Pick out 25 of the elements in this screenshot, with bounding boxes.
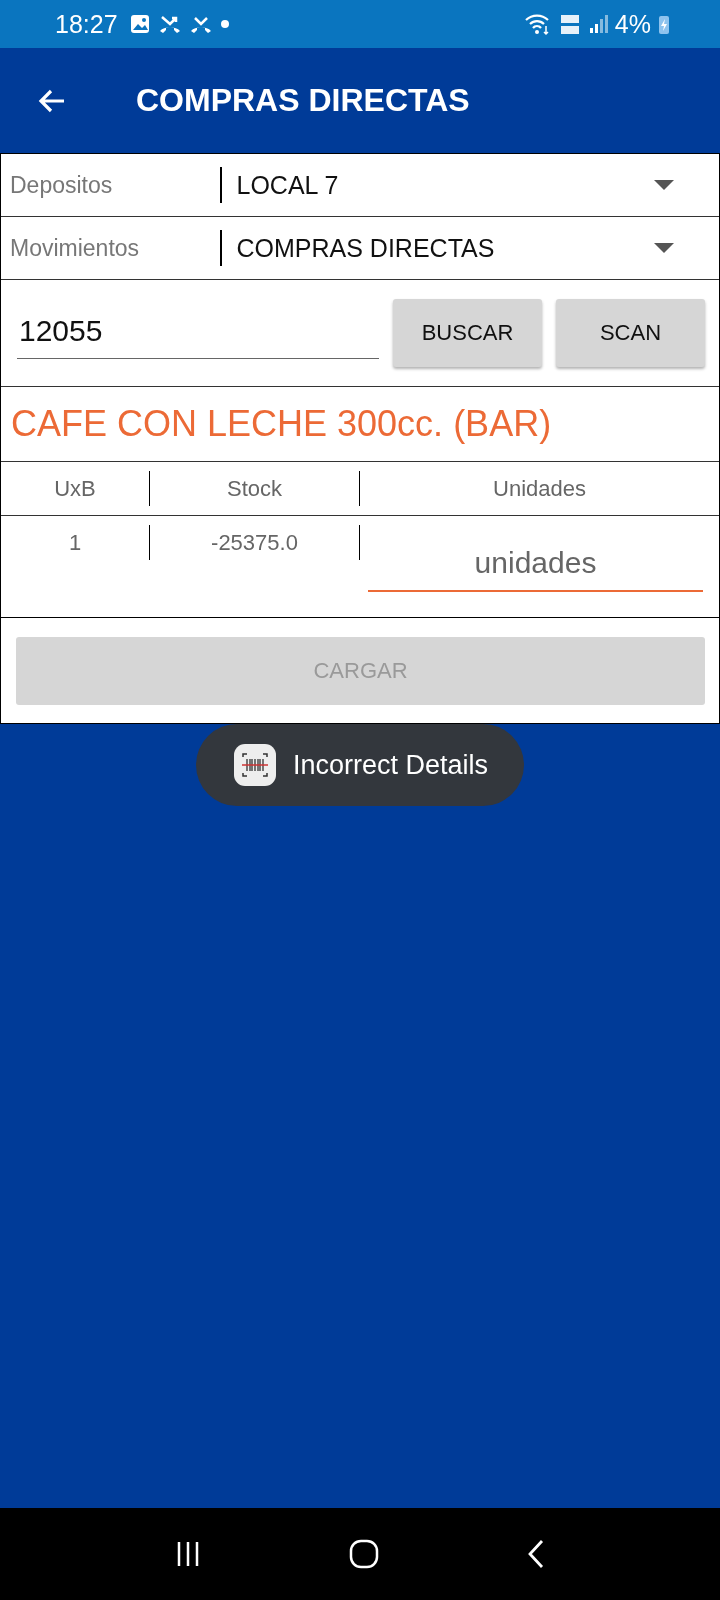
barcode-icon <box>233 744 276 786</box>
spinner-label: Depositos <box>9 171 114 199</box>
action-button[interactable]: BUSCAR <box>393 299 542 367</box>
dropdown[interactable]: LOCAL 7 <box>221 154 719 216</box>
table-cell-text: 1 <box>67 529 83 557</box>
battery-icon <box>658 13 670 35</box>
screen-title: COMPRAS DIRECTAS <box>136 82 470 119</box>
action-button[interactable]: SCAN <box>556 299 705 367</box>
column-header: Unidades <box>492 475 587 503</box>
dropdown-arrow-icon <box>654 179 674 191</box>
table-cell: -25375.0 <box>149 525 360 560</box>
spinner-label: Movimientos <box>9 234 141 262</box>
dot-icon <box>219 19 230 29</box>
signal-icon <box>587 13 608 35</box>
product-name: CAFE CON LECHE 300cc. (BAR) <box>1 387 719 462</box>
dropdown-arrow-icon <box>654 242 674 254</box>
column-header: UxB <box>53 475 97 503</box>
wifi-icon <box>523 12 552 36</box>
status-time: 18:27 <box>55 9 118 39</box>
column-header: Stock <box>149 471 360 506</box>
image-icon <box>128 13 151 35</box>
home-button[interactable] <box>348 1538 380 1570</box>
battery-percent: 4% <box>614 9 651 39</box>
toast-message: Incorrect Details <box>292 749 489 781</box>
dropdown[interactable]: COMPRAS DIRECTAS <box>221 217 719 279</box>
